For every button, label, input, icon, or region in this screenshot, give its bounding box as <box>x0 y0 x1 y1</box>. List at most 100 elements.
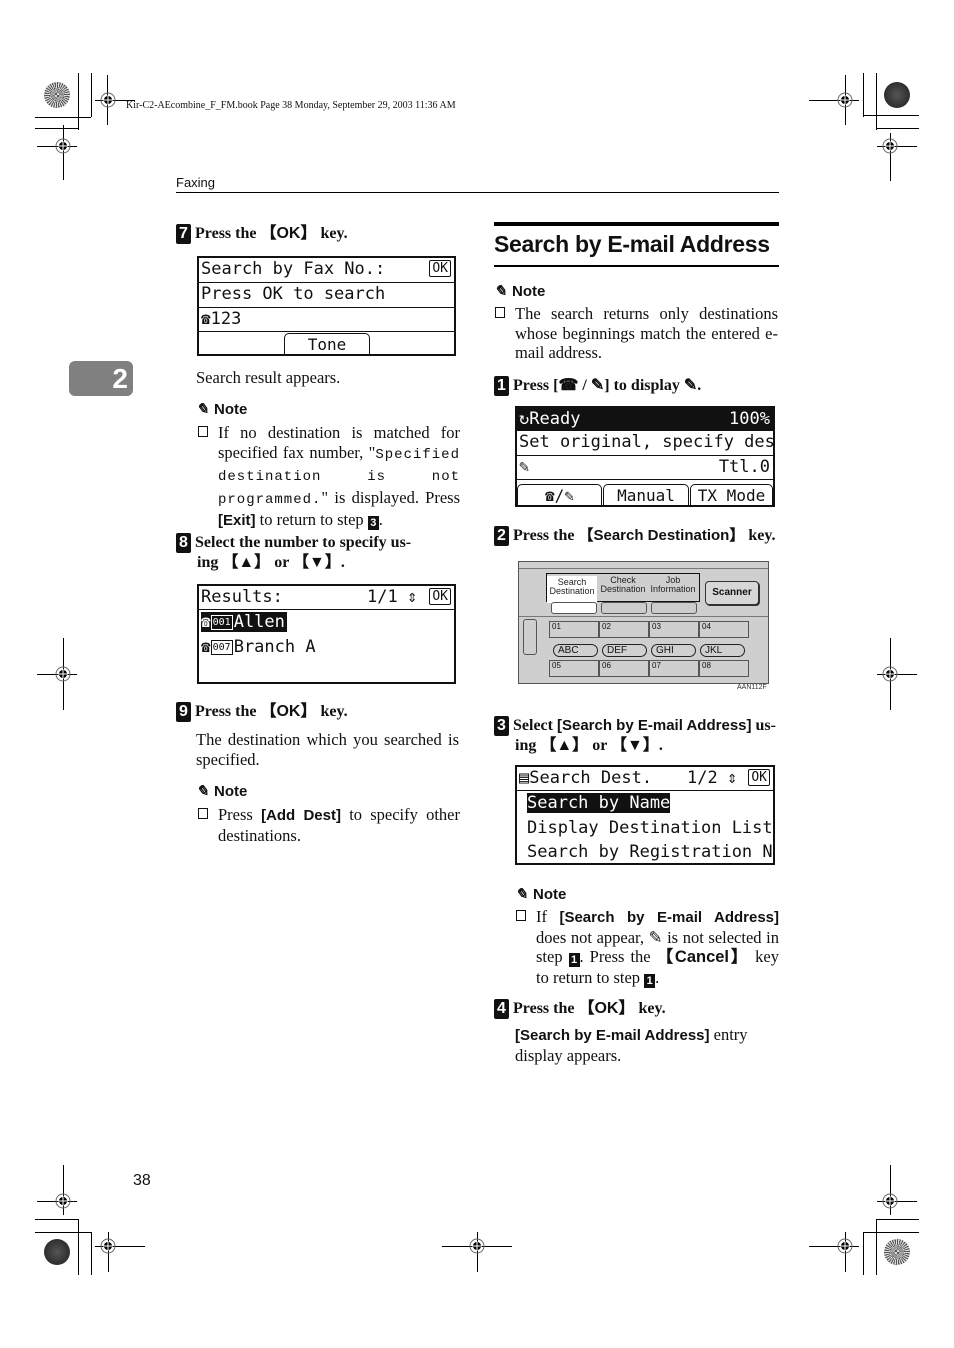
lcd-ready: ↻Ready 100% Set original, specify dest. … <box>515 406 775 507</box>
manual-button[interactable]: Manual <box>603 484 689 505</box>
email-icon: ✎ <box>648 927 663 947</box>
telephone-icon: ☎ <box>201 637 211 656</box>
alpha-key-abc[interactable]: ABC <box>553 644 598 657</box>
menu-item-search-by-registration-no[interactable]: Search by Registration No. <box>517 841 773 865</box>
one-touch-key[interactable]: 04 <box>699 621 749 638</box>
email-icon: ✎ <box>590 377 605 394</box>
file-metadata: Kir-C2-AEcombine_F_FM.book Page 38 Monda… <box>126 100 456 111</box>
note-heading: ✎ Note <box>515 886 567 903</box>
step-3-heading: 3 Select [Search by E-mail Address] us- i… <box>494 716 779 756</box>
search-by-email-key-label: [Search by E-mail Address] <box>559 909 779 926</box>
job-information-key[interactable] <box>651 602 697 614</box>
lcd-instruction-row: Set original, specify dest. <box>517 431 773 456</box>
alpha-key-def[interactable]: DEF <box>602 644 647 657</box>
step-8-heading: 8 Select the number to specify us- ing 【▲… <box>176 533 461 573</box>
section-title-rule <box>494 265 779 267</box>
lcd-results: Results: 1/1 ⇕ OK ☎ 001 Allen ☎ 007 Branch A <box>197 584 456 684</box>
note-heading: ✎ Note <box>196 783 248 800</box>
menu-item-display-destination-list[interactable]: Display Destination List <box>517 817 773 841</box>
scanner-button[interactable]: Scanner <box>705 581 759 605</box>
one-touch-key[interactable]: 07 <box>649 660 699 677</box>
page-number: 38 <box>133 1172 151 1189</box>
registration-number: 001 <box>210 615 233 630</box>
registration-target-icon <box>882 138 898 154</box>
lcd-number-row: ☎123 <box>199 308 454 332</box>
email-icon: ✎ <box>683 377 698 394</box>
registration-target-icon <box>55 1193 71 1209</box>
chapter-tab: 2 <box>69 361 133 396</box>
one-touch-key[interactable]: 01 <box>549 621 599 638</box>
step-number-badge: 7 <box>176 224 191 244</box>
registration-target-icon <box>882 666 898 682</box>
ok-icon: OK <box>429 260 451 277</box>
up-down-arrows-icon: ⇕ <box>407 587 418 607</box>
email-icon: ✎ <box>519 457 530 477</box>
lcd-title-row: Search by Fax No.: OK <box>199 258 454 283</box>
ready-icon: ↻ <box>519 409 530 429</box>
step-number-badge: 1 <box>494 376 509 396</box>
result-item-selected[interactable]: ☎ 001 Allen <box>199 611 454 635</box>
panel-handle <box>523 619 537 655</box>
step-number-badge: 4 <box>494 999 509 1019</box>
note-heading: ✎ Note <box>494 283 546 300</box>
alpha-key-ghi[interactable]: GHI <box>651 644 696 657</box>
lcd-dest-row: ✎ Ttl.0 <box>517 456 773 480</box>
search-destination-key[interactable] <box>551 602 597 614</box>
step-number-badge: 3 <box>494 716 509 736</box>
down-key-label: 【▼】 <box>293 554 341 571</box>
fax-email-toggle-button[interactable]: ☎/✎ <box>517 484 602 505</box>
tone-button[interactable]: Tone <box>284 333 370 354</box>
telephone-icon: ☎ <box>201 309 211 328</box>
check-destination-key[interactable] <box>601 602 647 614</box>
list-icon: ▤ <box>519 768 530 788</box>
step-4-text: [Search by E-mail Address] entry display… <box>515 1025 748 1065</box>
registration-number: 007 <box>210 640 233 655</box>
telephone-icon: ☎ <box>558 377 579 394</box>
ok-icon: OK <box>429 588 451 605</box>
lcd-search-dest: ▤Search Dest. 1/2 ⇕ OK Search by Name Di… <box>515 765 775 865</box>
menu-item-search-by-name[interactable]: Search by Name <box>517 792 773 816</box>
one-touch-key[interactable]: 06 <box>599 660 649 677</box>
note-item: The search returns only destinations who… <box>495 304 778 363</box>
search-destination-key-label: 【Search Destination】 <box>578 527 745 544</box>
cancel-key-label: 【Cancel】 <box>656 948 750 966</box>
tab-job-information[interactable]: Job Information <box>648 576 698 594</box>
control-panel-illustration: Search Destination Check Destination Job… <box>518 561 769 684</box>
one-touch-key[interactable]: 05 <box>549 660 599 677</box>
registration-target-icon <box>882 1193 898 1209</box>
pencil-icon: ✎ <box>196 783 209 800</box>
step-4-heading: 4 Press the 【OK】 key. <box>494 999 666 1019</box>
checkbox-bullet-icon <box>198 808 208 819</box>
one-touch-key[interactable]: 03 <box>649 621 699 638</box>
registration-disc-icon <box>44 82 70 108</box>
lcd-instruction-row: Press OK to search <box>199 283 454 308</box>
up-key-label: 【▲】 <box>222 554 271 571</box>
alpha-key-jkl[interactable]: JKL <box>700 644 745 657</box>
tab-check-destination[interactable]: Check Destination <box>598 576 648 594</box>
tx-mode-button[interactable]: TX Mode <box>690 484 773 505</box>
pencil-icon: ✎ <box>515 886 528 903</box>
section-title: Search by E-mail Address <box>494 231 770 257</box>
ok-icon: OK <box>748 769 770 786</box>
up-key-label: 【▲】 <box>540 737 589 754</box>
total-count: Ttl.0 <box>718 457 770 477</box>
step-number-badge: 2 <box>494 526 509 546</box>
one-touch-key[interactable]: 02 <box>599 621 649 638</box>
one-touch-key[interactable]: 08 <box>699 660 749 677</box>
pencil-icon: ✎ <box>494 283 507 300</box>
note-item: Press [Add Dest] to specify other destin… <box>198 805 460 845</box>
registration-target-icon <box>100 1238 116 1254</box>
step-number-badge: 8 <box>176 533 191 553</box>
tab-search-destination[interactable]: Search Destination <box>547 576 597 603</box>
step-2-heading: 2 Press the 【Search Destination】 key. <box>494 526 775 546</box>
step-7-result: Search result appears. <box>196 368 341 387</box>
ok-key-label: 【OK】 <box>578 1000 635 1017</box>
header-rule <box>176 192 779 193</box>
note-item: If no destination is matched for specifi… <box>198 423 460 531</box>
down-key-label: 【▼】 <box>611 737 659 754</box>
result-item[interactable]: ☎ 007 Branch A <box>199 636 454 660</box>
step-7-heading: 7 Press the 【OK】 key. <box>176 224 348 244</box>
registration-target-icon <box>837 92 853 108</box>
lcd-title-row: ▤Search Dest. 1/2 ⇕ OK <box>517 767 773 791</box>
step-ref-badge: 3 <box>367 516 379 530</box>
